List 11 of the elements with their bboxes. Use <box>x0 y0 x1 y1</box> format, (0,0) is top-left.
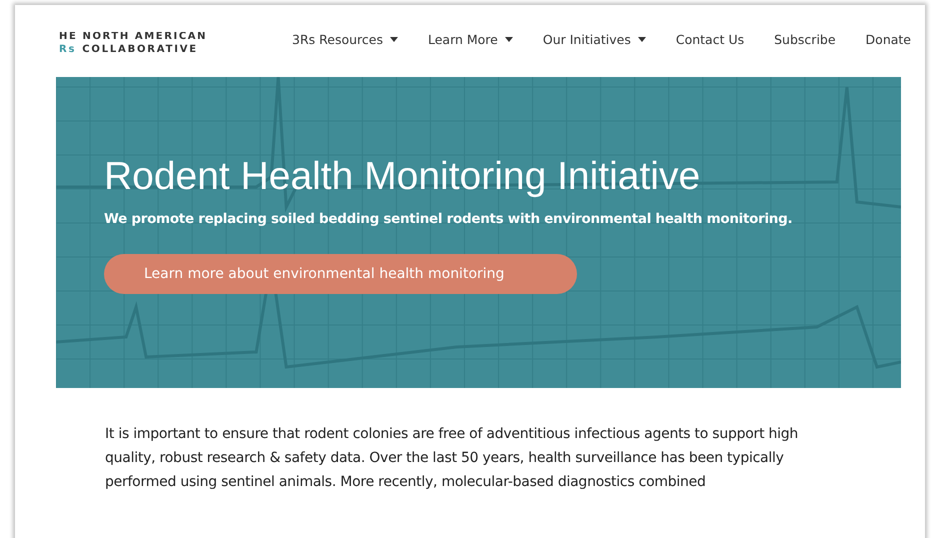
nav-link[interactable]: Contact Us <box>676 32 744 46</box>
hero-title: Rodent Health Monitoring Initiative <box>104 155 702 199</box>
logo-text: Rs <box>59 44 76 54</box>
intro-paragraph: It is important to ensure that rodent colonies are free of adventitious infectious agents to support high quality, robust research & safety data. Over the last 50 years, health surveillance has been typically performed using sentinel animals. More recently, molecular-based diagnostics combined <box>105 425 800 492</box>
nav-link[interactable]: Learn More <box>428 32 513 46</box>
nav-link[interactable]: Subscribe <box>774 32 836 46</box>
hero-subtitle: We promote replacing soiled bedding sentinel rodents with environmental health monitoring. <box>104 211 794 227</box>
nav-link[interactable]: Our Initiatives <box>542 32 646 46</box>
logo-text: COLLABORATIVE <box>82 44 198 54</box>
nav-link[interactable]: Donate <box>866 32 911 46</box>
nav-link[interactable]: 3Rs Resources <box>292 32 398 46</box>
